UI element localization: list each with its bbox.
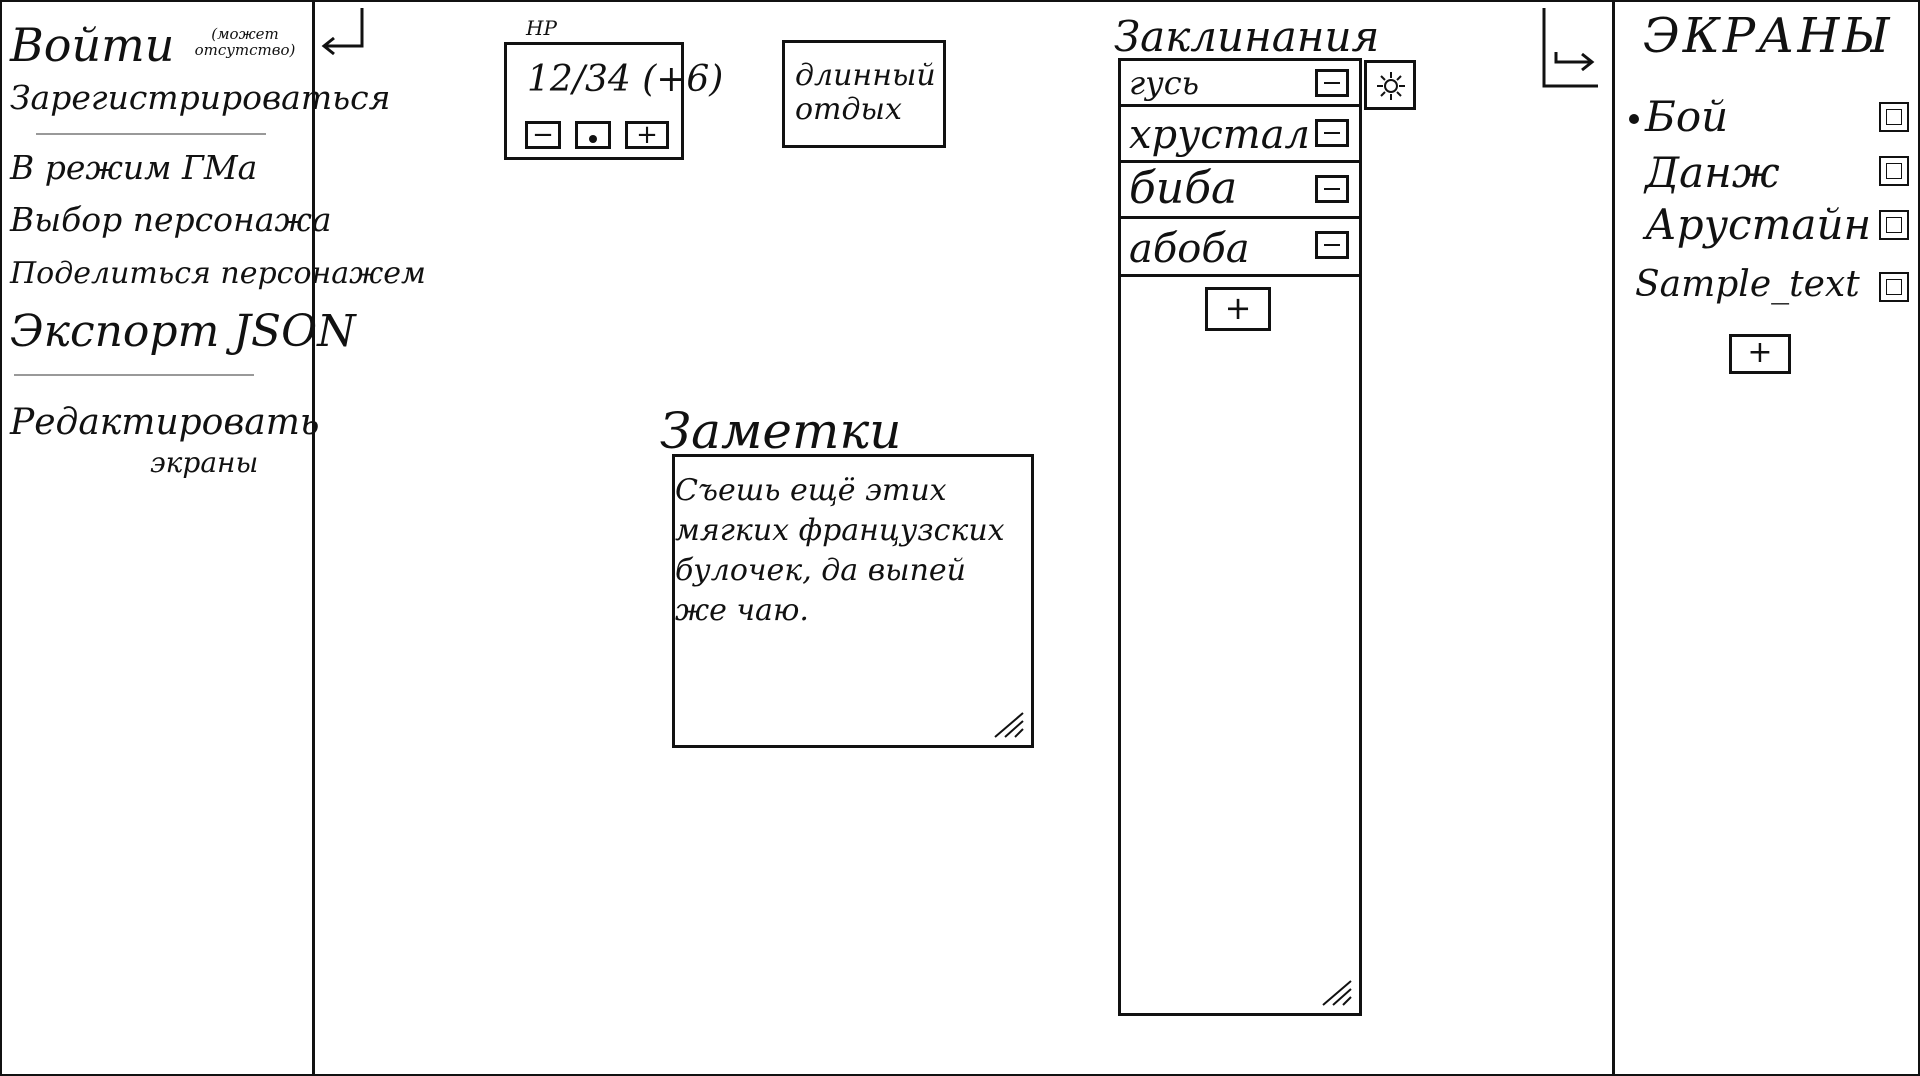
edit-screens-link[interactable]: Редактировать — [10, 402, 320, 443]
hp-value: 12/34 (+6) — [527, 59, 724, 100]
spells-panel: гусь хрустал биба абоба + — [1118, 58, 1362, 1016]
hp-plus-button[interactable]: + — [625, 121, 669, 149]
screen-copy-icon[interactable] — [1879, 156, 1909, 186]
spells-title: Заклинания — [1114, 12, 1380, 61]
notes-text[interactable]: Съешь ещё этих мягких французских булоче… — [675, 471, 1015, 631]
gm-mode-link[interactable]: В режим ГМа — [10, 148, 257, 187]
hp-widget: 12/34 (+6) − + — [504, 42, 723, 160]
resize-grip-icon[interactable] — [989, 709, 1025, 739]
notes-area[interactable]: Съешь ещё этих мягких французских булоче… — [672, 454, 1034, 748]
login-note: (может отсутство) — [194, 25, 296, 59]
export-json-link[interactable]: Экспорт JSON — [10, 306, 356, 357]
screen-copy-icon[interactable] — [1879, 210, 1909, 240]
notes-title: Заметки — [660, 402, 902, 460]
hp-edit-button[interactable] — [575, 121, 611, 149]
left-sidebar: Войти (может отсутство) Зарегистрировать… — [0, 0, 426, 1076]
screen-item[interactable]: Sample_text — [1635, 264, 1860, 305]
resize-grip-icon[interactable] — [1317, 977, 1353, 1007]
gear-icon — [1377, 72, 1405, 100]
screen-item[interactable]: Данж — [1645, 148, 1780, 197]
spell-name: гусь — [1129, 64, 1200, 102]
screen-copy-icon[interactable] — [1879, 102, 1909, 132]
screen-item[interactable]: Бой — [1645, 92, 1728, 141]
long-rest-label: длинный отдых — [795, 58, 936, 127]
spells-settings-button[interactable] — [1364, 60, 1416, 110]
spell-row[interactable]: абоба — [1121, 219, 1359, 277]
screen-item[interactable]: Арустайн — [1645, 200, 1871, 249]
spell-row[interactable]: хрустал — [1121, 107, 1359, 163]
spell-menu-button[interactable] — [1315, 175, 1349, 203]
choose-character-link[interactable]: Выбор персонажа — [10, 200, 332, 239]
register-link[interactable]: Зарегистрироваться — [10, 78, 390, 117]
menu-divider — [36, 133, 266, 135]
spell-row[interactable]: биба — [1121, 163, 1359, 219]
login-link[interactable]: Войти — [10, 18, 174, 72]
spell-menu-button[interactable] — [1315, 119, 1349, 147]
long-rest-button[interactable]: длинный отдых — [782, 40, 946, 148]
active-screen-bullet-icon — [1629, 114, 1639, 124]
menu-divider — [14, 374, 254, 376]
spell-menu-button[interactable] — [1315, 231, 1349, 259]
screen-copy-icon[interactable] — [1879, 272, 1909, 302]
screens-title: ЭКРАНЫ — [1643, 8, 1893, 64]
spell-name: биба — [1129, 163, 1238, 214]
hp-minus-button[interactable]: − — [525, 121, 561, 149]
collapse-right-arrow-icon[interactable] — [1540, 6, 1604, 90]
add-screen-button[interactable]: + — [1729, 334, 1791, 374]
right-sidebar: ЭКРАНЫ Бой Данж Арустайн Sample_text + — [1612, 0, 1920, 1076]
collapse-left-arrow-icon[interactable] — [318, 6, 374, 60]
share-character-link[interactable]: Поделиться персонажем — [10, 256, 426, 291]
edit-screens-link-line2[interactable]: экраны — [150, 446, 258, 479]
add-spell-button[interactable]: + — [1205, 287, 1271, 331]
spell-row[interactable]: гусь — [1121, 61, 1359, 107]
hp-label: HP — [526, 16, 557, 40]
spell-name: абоба — [1129, 226, 1250, 272]
spell-name: хрустал — [1129, 112, 1311, 158]
spell-menu-button[interactable] — [1315, 69, 1349, 97]
